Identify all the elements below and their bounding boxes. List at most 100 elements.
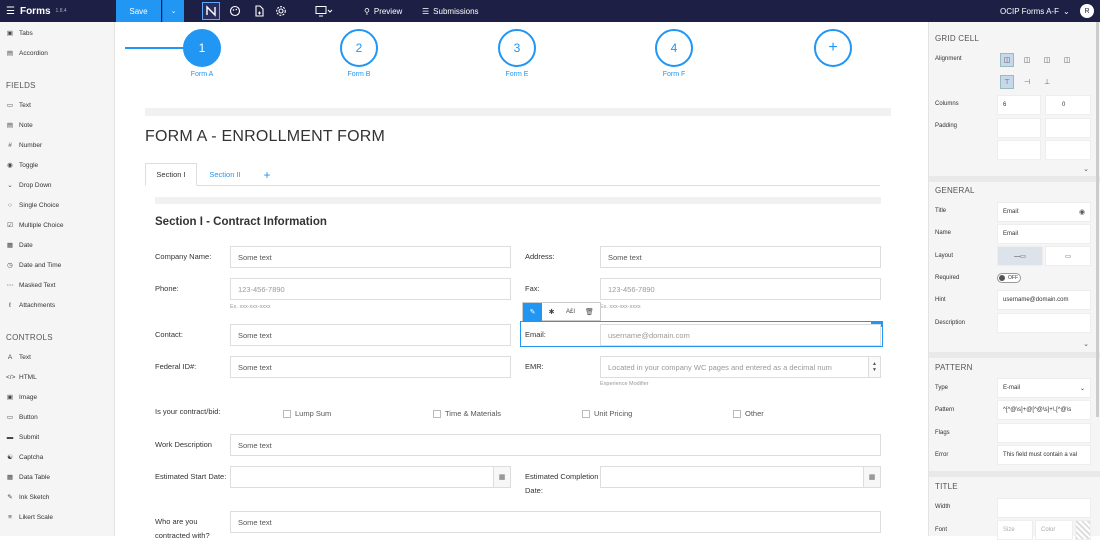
preview-link[interactable]: ⚲ Preview bbox=[364, 0, 402, 22]
description-input[interactable] bbox=[997, 313, 1091, 333]
contact-input[interactable]: Some text bbox=[230, 324, 511, 346]
calendar-icon[interactable]: ▦ bbox=[493, 467, 510, 487]
valign-middle-icon[interactable]: ⊣ bbox=[1021, 76, 1033, 88]
error-message-input[interactable]: This field must contain a val bbox=[997, 445, 1091, 465]
hint-input[interactable]: username@domain.com bbox=[997, 290, 1091, 310]
add-step-button[interactable]: + bbox=[814, 29, 852, 67]
checkbox-other[interactable]: Other bbox=[733, 409, 764, 418]
palette-item-data-table[interactable]: ▦ Data Table bbox=[6, 471, 50, 483]
company-name-input[interactable]: Some text bbox=[230, 246, 511, 268]
address-input[interactable]: Some text bbox=[600, 246, 881, 268]
valign-bottom-icon[interactable]: ⊥ bbox=[1041, 76, 1053, 88]
export-document-icon[interactable] bbox=[251, 3, 267, 19]
code-icon[interactable]: A£I bbox=[561, 303, 580, 321]
required-asterisk-icon[interactable]: ✱ bbox=[542, 303, 561, 321]
checkbox-time-materials[interactable]: Time & Materials bbox=[433, 409, 501, 418]
palette-item-submit[interactable]: ▬ Submit bbox=[6, 431, 39, 443]
layout-inline-option[interactable]: —▭ bbox=[997, 246, 1043, 266]
contracted-with-input[interactable]: Some text bbox=[230, 511, 881, 533]
collapse-chevron-icon[interactable]: ⌄ bbox=[1080, 338, 1092, 350]
delete-trash-icon[interactable]: 🗑 bbox=[580, 303, 599, 321]
font-size-input[interactable]: Size bbox=[997, 520, 1033, 540]
layout-stacked-option[interactable]: ▭ bbox=[1045, 246, 1091, 266]
step-form-e[interactable]: 3 bbox=[498, 29, 536, 67]
emr-stepper[interactable]: ▲ ▼ bbox=[868, 357, 880, 377]
step-form-a[interactable]: 1 bbox=[183, 29, 221, 67]
panel-scrollbar[interactable] bbox=[1096, 22, 1099, 417]
palette-item-date-time[interactable]: ◷ Date and Time bbox=[6, 259, 61, 271]
app-brand[interactable]: ☰ Forms 1.8.4 bbox=[6, 0, 67, 22]
align-top-icon[interactable]: ◫ bbox=[1000, 53, 1014, 67]
palette-item-tabs[interactable]: ▣ Tabs bbox=[6, 27, 33, 39]
save-button[interactable]: Save bbox=[116, 0, 161, 22]
checkbox-box[interactable] bbox=[283, 409, 291, 418]
palette-item-masked-text[interactable]: ⋯ Masked Text bbox=[6, 279, 56, 291]
palette-item-number[interactable]: # Number bbox=[6, 139, 42, 151]
checkbox-unit-pricing[interactable]: Unit Pricing bbox=[582, 409, 632, 418]
collapse-chevron-icon[interactable]: ⌄ bbox=[1080, 163, 1092, 175]
palette-item-likert-scale[interactable]: ≡ Likert Scale bbox=[6, 511, 53, 523]
federal-id-input[interactable]: Some text bbox=[230, 356, 511, 378]
color-swatch[interactable] bbox=[1075, 520, 1091, 540]
font-color-input[interactable]: Color bbox=[1035, 520, 1073, 540]
tab-section-ii[interactable]: Section II bbox=[199, 163, 251, 186]
align-center-icon[interactable]: ◫ bbox=[1041, 54, 1053, 66]
padding-left-input[interactable] bbox=[997, 118, 1041, 138]
email-input[interactable]: username@domain.com bbox=[600, 324, 881, 346]
palette-item-note[interactable]: ▤ Note bbox=[6, 119, 33, 131]
columns-input[interactable]: 6 bbox=[997, 95, 1041, 115]
palette-item-image[interactable]: ▣ Image bbox=[6, 391, 37, 403]
settings-gear-icon[interactable] bbox=[273, 3, 289, 19]
fax-input[interactable]: 123-456-7890 bbox=[600, 278, 881, 300]
tab-section-i[interactable]: Section I bbox=[145, 163, 197, 186]
palette-item-single-choice[interactable]: ○ Single Choice bbox=[6, 199, 59, 211]
step-form-f[interactable]: 4 bbox=[655, 29, 693, 67]
step-form-b[interactable]: 2 bbox=[340, 29, 378, 67]
add-tab-icon[interactable]: + bbox=[257, 163, 277, 186]
checkbox-box[interactable] bbox=[733, 409, 741, 418]
palette-item-text[interactable]: ▭ Text bbox=[6, 99, 31, 111]
visibility-eye-icon[interactable]: ◉ bbox=[1076, 206, 1088, 218]
palette-item-ink-sketch[interactable]: ✎ Ink Sketch bbox=[6, 491, 49, 503]
forms-editor-icon[interactable] bbox=[202, 2, 220, 20]
user-avatar[interactable]: R bbox=[1080, 4, 1094, 18]
caret-down-icon[interactable]: ▼ bbox=[872, 367, 877, 373]
align-right-icon[interactable]: ◫ bbox=[1061, 54, 1073, 66]
emr-input[interactable]: Located in your company WC pages and ent… bbox=[600, 356, 881, 378]
align-left-icon[interactable]: ◫ bbox=[1021, 54, 1033, 66]
edit-pencil-icon[interactable]: ✎ bbox=[523, 302, 542, 321]
device-preview-icon[interactable] bbox=[314, 3, 334, 19]
palette-item-dropdown[interactable]: ⌄ Drop Down bbox=[6, 179, 51, 191]
palette-item-text-control[interactable]: A Text bbox=[6, 351, 31, 363]
padding-right-input[interactable] bbox=[997, 140, 1041, 160]
padding-top-input[interactable] bbox=[1045, 118, 1091, 138]
checkbox-box[interactable] bbox=[433, 409, 441, 418]
palette-item-button[interactable]: ▭ Button bbox=[6, 411, 38, 423]
flags-input[interactable] bbox=[997, 423, 1091, 443]
pattern-type-select[interactable]: E-mail ⌄ bbox=[997, 378, 1091, 398]
submissions-link[interactable]: ☰ Submissions bbox=[422, 0, 479, 22]
est-start-date-input[interactable] bbox=[230, 466, 511, 488]
palette-item-html[interactable]: </> HTML bbox=[6, 371, 37, 383]
name-input[interactable]: Email bbox=[997, 224, 1091, 244]
phone-input[interactable]: 123-456-7890 bbox=[230, 278, 511, 300]
pattern-input[interactable]: ^[^@\s]+@[^@\s]+\.[^@\s bbox=[997, 400, 1091, 420]
palette-item-attachments[interactable]: ℓ Attachments bbox=[6, 299, 55, 311]
palette-item-multiple-choice[interactable]: ☑ Multiple Choice bbox=[6, 219, 63, 231]
est-completion-date-input[interactable] bbox=[600, 466, 881, 488]
palette-item-accordion[interactable]: ▤ Accordion bbox=[6, 47, 48, 59]
palette-item-date[interactable]: ▦ Date bbox=[6, 239, 33, 251]
column-offset-input[interactable]: 0 bbox=[1045, 95, 1091, 115]
checkbox-box[interactable] bbox=[582, 409, 590, 418]
checkbox-lump-sum[interactable]: Lump Sum bbox=[283, 409, 331, 418]
palette-item-toggle[interactable]: ◉ Toggle bbox=[6, 159, 38, 171]
work-description-input[interactable]: Some text bbox=[230, 434, 881, 456]
padding-bottom-input[interactable] bbox=[1045, 140, 1091, 160]
save-options-chevron-icon[interactable]: ⌄ bbox=[162, 0, 184, 22]
theme-icon[interactable] bbox=[227, 3, 243, 19]
title-width-input[interactable] bbox=[997, 498, 1091, 518]
calendar-icon[interactable]: ▦ bbox=[863, 467, 880, 487]
menu-icon[interactable]: ☰ bbox=[6, 6, 15, 17]
valign-top-icon[interactable]: ⊤ bbox=[1000, 75, 1014, 89]
palette-item-captcha[interactable]: ☯ Captcha bbox=[6, 451, 43, 463]
